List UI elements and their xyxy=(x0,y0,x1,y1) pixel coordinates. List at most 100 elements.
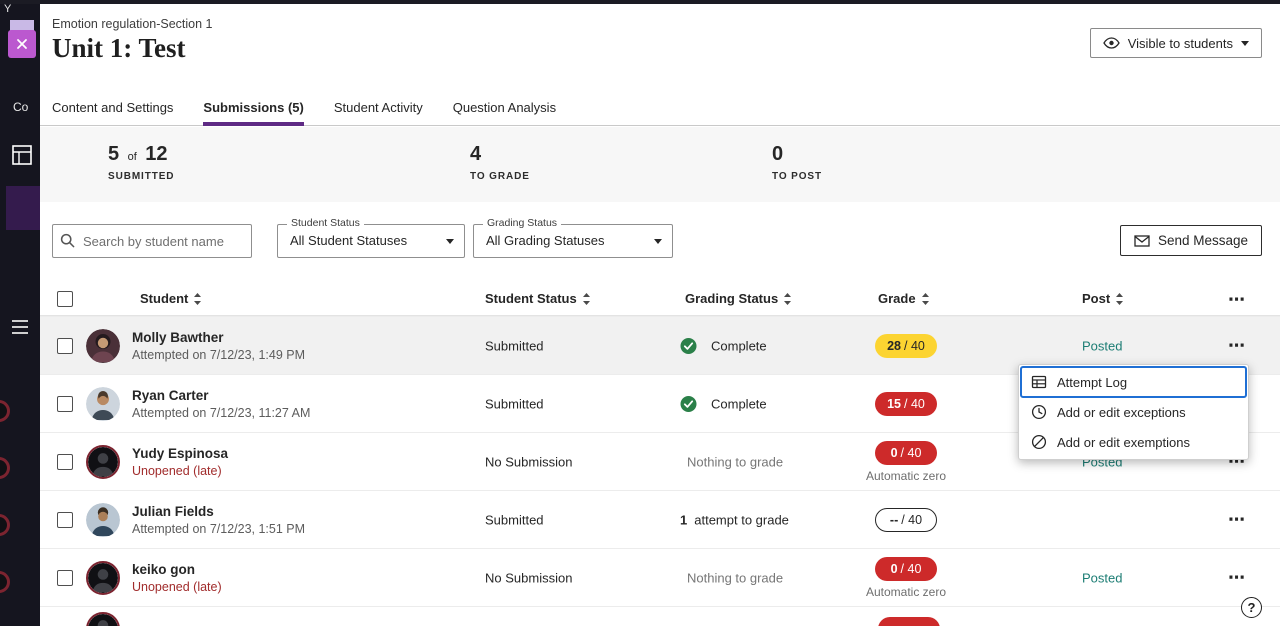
row-context-menu: Attempt Log Add or edit exceptions Add o… xyxy=(1018,364,1249,460)
stat-to-grade: 4 TO GRADE xyxy=(470,143,530,182)
assessment-panel: Emotion regulation-Section 1 Unit 1: Tes… xyxy=(40,0,1280,626)
row-checkbox[interactable] xyxy=(57,570,73,586)
partial-avatar xyxy=(0,514,10,536)
student-name: Julian Fields xyxy=(132,504,305,519)
grade-note: Automatic zero xyxy=(866,469,946,483)
tab-content-and-settings[interactable]: Content and Settings xyxy=(52,90,173,125)
stat-to-post: 0 TO POST xyxy=(772,143,822,182)
student-name: keiko gon xyxy=(132,562,222,577)
student-detail: Unopened (late) xyxy=(132,580,222,594)
avatar xyxy=(86,329,120,363)
visibility-label: Visible to students xyxy=(1128,36,1233,51)
grade-pill[interactable] xyxy=(878,617,940,626)
row-overflow-button[interactable]: ⋯ xyxy=(1228,510,1246,530)
send-message-button[interactable]: Send Message xyxy=(1120,225,1262,256)
grade-cell: 28/ 40 xyxy=(840,317,972,374)
dropdown-label: Grading Status xyxy=(483,217,561,229)
column-header-grading-status[interactable]: Grading Status xyxy=(685,291,792,306)
chevron-down-icon xyxy=(654,239,662,244)
search-input[interactable] xyxy=(52,224,252,258)
grade-cell: --/ 40 xyxy=(840,491,972,548)
sidebar-text-fragment: Co xyxy=(13,100,28,114)
post-status: Posted xyxy=(1082,570,1122,585)
tab-bar: Content and Settings Submissions (5) Stu… xyxy=(40,90,1280,126)
stat-label: TO GRADE xyxy=(470,171,530,182)
row-checkbox[interactable] xyxy=(57,338,73,354)
complete-check-icon xyxy=(680,395,697,412)
row-overflow-button[interactable]: ⋯ xyxy=(1228,336,1246,356)
menu-item-add-edit-exceptions[interactable]: Add or edit exceptions xyxy=(1021,397,1246,427)
chevron-down-icon xyxy=(446,239,454,244)
column-header-student-status[interactable]: Student Status xyxy=(485,291,591,306)
column-header-student[interactable]: Student xyxy=(140,291,202,306)
gradebook-icon xyxy=(10,143,34,167)
column-header-post[interactable]: Post xyxy=(1082,291,1124,306)
help-button[interactable]: ? xyxy=(1241,597,1262,618)
tab-question-analysis[interactable]: Question Analysis xyxy=(453,90,556,125)
partial-avatar xyxy=(0,457,10,479)
dropdown-value: All Student Statuses xyxy=(290,233,407,248)
sort-icon xyxy=(783,292,792,306)
student-status: No Submission xyxy=(485,454,572,469)
row-checkbox[interactable] xyxy=(57,512,73,528)
table-header: Student Student Status Grading Status Gr… xyxy=(40,284,1280,316)
avatar xyxy=(86,561,120,595)
avatar xyxy=(86,612,120,626)
clock-icon xyxy=(1031,404,1047,420)
row-checkbox[interactable] xyxy=(57,396,73,412)
stat-label: SUBMITTED xyxy=(108,171,174,182)
sidebar-accent-block xyxy=(6,186,40,230)
post-status: Posted xyxy=(1082,338,1122,353)
student-detail: Attempted on 7/12/23, 11:27 AM xyxy=(132,406,310,420)
avatar xyxy=(86,503,120,537)
grading-status: Complete xyxy=(680,395,767,412)
window-top-edge xyxy=(0,0,1280,4)
complete-check-icon xyxy=(680,337,697,354)
student-status: Submitted xyxy=(485,396,544,411)
student-status: Submitted xyxy=(485,512,544,527)
close-panel-button[interactable] xyxy=(8,30,36,58)
grade-cell: 15/ 40 xyxy=(840,375,972,432)
attempt-log-icon xyxy=(1031,374,1047,390)
menu-item-attempt-log[interactable]: Attempt Log xyxy=(1021,367,1246,397)
student-status: Submitted xyxy=(485,338,544,353)
student-detail: Attempted on 7/12/23, 1:49 PM xyxy=(132,348,305,362)
table-row-partial xyxy=(40,606,1280,626)
row-overflow-button[interactable]: ⋯ xyxy=(1228,568,1246,588)
column-header-grade[interactable]: Grade xyxy=(878,291,930,306)
dropdown-value: All Grading Statuses xyxy=(486,233,605,248)
avatar xyxy=(86,387,120,421)
select-all-checkbox[interactable] xyxy=(57,291,73,307)
stat-submitted: 5 of 12 SUBMITTED xyxy=(108,143,174,182)
row-checkbox[interactable] xyxy=(57,454,73,470)
student-detail: Attempted on 7/12/23, 1:51 PM xyxy=(132,522,305,536)
grade-pill[interactable]: 28/ 40 xyxy=(875,334,937,358)
collapsed-sidebar: Y Co xyxy=(0,0,40,626)
grade-pill[interactable]: --/ 40 xyxy=(875,508,937,532)
table-row[interactable]: Julian Fields Attempted on 7/12/23, 1:51… xyxy=(40,490,1280,548)
table-overflow-button[interactable]: ⋯ xyxy=(1228,290,1246,310)
tab-submissions[interactable]: Submissions (5) xyxy=(203,90,303,125)
sort-icon xyxy=(921,292,930,306)
grade-pill[interactable]: 0/ 40 xyxy=(875,557,937,581)
envelope-icon xyxy=(1134,235,1150,247)
student-status: No Submission xyxy=(485,570,572,585)
sort-icon xyxy=(193,292,202,306)
sort-icon xyxy=(1115,292,1124,306)
visibility-button[interactable]: Visible to students xyxy=(1090,28,1262,58)
grade-cell: 0/ 40 Automatic zero xyxy=(840,433,972,490)
close-icon xyxy=(16,38,28,50)
table-row[interactable]: keiko gon Unopened (late) No Submission … xyxy=(40,548,1280,606)
grade-pill[interactable]: 0/ 40 xyxy=(875,441,937,465)
tab-student-activity[interactable]: Student Activity xyxy=(334,90,423,125)
stat-label: TO POST xyxy=(772,171,822,182)
grade-pill[interactable]: 15/ 40 xyxy=(875,392,937,416)
grade-note: Automatic zero xyxy=(866,585,946,599)
stat-value: 5 xyxy=(108,143,119,165)
grading-status-dropdown[interactable]: Grading Status All Grading Statuses xyxy=(473,224,673,258)
stats-bar: 5 of 12 SUBMITTED 4 TO GRADE 0 TO POST xyxy=(40,127,1280,202)
student-detail: Unopened (late) xyxy=(132,464,228,478)
chevron-down-icon xyxy=(1241,41,1249,46)
student-status-dropdown[interactable]: Student Status All Student Statuses xyxy=(277,224,465,258)
menu-item-add-edit-exemptions[interactable]: Add or edit exemptions xyxy=(1021,427,1246,457)
